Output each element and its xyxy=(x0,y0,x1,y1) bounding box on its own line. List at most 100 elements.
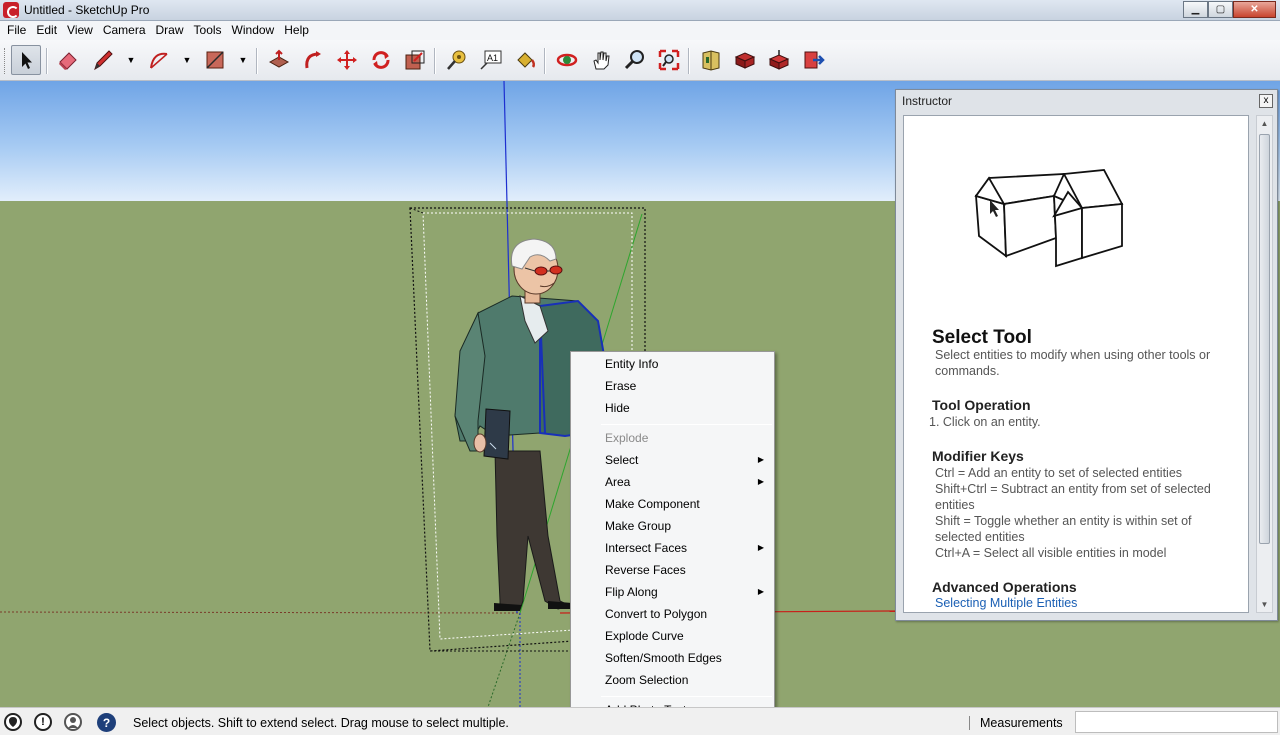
modifier-key-shift: Shift = Toggle whether an entity is with… xyxy=(935,514,1192,544)
paint-bucket-icon xyxy=(517,52,536,68)
arc-tool-button[interactable] xyxy=(144,45,174,75)
menu-camera[interactable]: Camera xyxy=(98,21,151,40)
push-pull-icon xyxy=(268,49,290,68)
scroll-up-arrow-icon[interactable]: ▲ xyxy=(1257,116,1272,131)
instructor-panel: Instructor x Select Tool Select entities… xyxy=(895,89,1278,621)
menu-help[interactable]: Help xyxy=(279,21,314,40)
move-icon xyxy=(337,50,357,70)
window-title: Untitled - SketchUp Pro xyxy=(24,3,150,17)
status-divider xyxy=(969,716,970,730)
tool-operation-heading: Tool Operation xyxy=(932,397,1031,413)
push-pull-tool-button[interactable] xyxy=(264,45,294,75)
toolbar-separator xyxy=(544,48,545,74)
menu-convert-to-polygon[interactable]: Convert to Polygon xyxy=(605,605,707,623)
scroll-thumb[interactable] xyxy=(1259,134,1270,544)
menu-tools[interactable]: Tools xyxy=(189,21,227,40)
menu-view[interactable]: View xyxy=(62,21,98,40)
instructor-content: Select Tool Select entities to modify wh… xyxy=(903,115,1249,613)
menu-bar: File Edit View Camera Draw Tools Window … xyxy=(0,21,1280,40)
submenu-arrow-icon: ▶ xyxy=(757,477,764,486)
close-button[interactable]: ✕ xyxy=(1233,1,1276,18)
modifier-key-ctrl-a: Ctrl+A = Select all visible entities in … xyxy=(935,546,1167,560)
menu-flip-along[interactable]: Flip Along xyxy=(605,583,658,601)
get-models-tool-button[interactable] xyxy=(730,45,760,75)
title-bar: Untitled - SketchUp Pro ▁ ▢ ✕ xyxy=(0,0,1280,21)
menu-erase[interactable]: Erase xyxy=(605,377,636,395)
menu-separator xyxy=(601,696,772,697)
instructor-title: Select Tool xyxy=(932,327,1032,348)
orbit-tool-button[interactable] xyxy=(552,45,582,75)
minimize-button[interactable]: ▁ xyxy=(1183,1,1208,18)
instructor-close-button[interactable]: x xyxy=(1259,94,1273,108)
arc-dropdown[interactable]: ▼ xyxy=(180,45,194,75)
tape-measure-tool-button[interactable] xyxy=(442,45,472,75)
rectangle-dropdown[interactable]: ▼ xyxy=(236,45,250,75)
menu-select[interactable]: Select xyxy=(605,451,638,469)
menu-explode: Explode xyxy=(605,431,649,445)
status-message: Select objects. Shift to extend select. … xyxy=(133,716,509,730)
menu-explode-curve[interactable]: Explode Curve xyxy=(605,627,684,645)
pan-tool-button[interactable] xyxy=(586,45,616,75)
menu-make-component[interactable]: Make Component xyxy=(605,495,700,513)
menu-zoom-selection[interactable]: Zoom Selection xyxy=(605,671,688,689)
menu-window[interactable]: Window xyxy=(227,21,280,40)
maximize-button[interactable]: ▢ xyxy=(1208,1,1233,18)
share-model-tool-button[interactable] xyxy=(764,45,794,75)
menu-edit[interactable]: Edit xyxy=(31,21,62,40)
menu-hide[interactable]: Hide xyxy=(605,399,630,417)
menu-area[interactable]: Area xyxy=(605,473,630,491)
pencil-tool-button[interactable] xyxy=(88,45,118,75)
scale-icon xyxy=(405,50,425,70)
follow-me-tool-button[interactable] xyxy=(298,45,328,75)
context-menu: Entity Info Erase Hide Explode Select ▶ … xyxy=(570,351,775,723)
magnifier-icon xyxy=(624,50,644,70)
modifier-key-ctrl: Ctrl = Add an entity to set of selected … xyxy=(935,466,1183,480)
user-account-icon[interactable] xyxy=(64,713,82,731)
tape-measure-icon xyxy=(447,50,466,70)
instructor-scrollbar[interactable]: ▲ ▼ xyxy=(1256,115,1273,613)
arrow-cursor-icon xyxy=(22,52,32,69)
rotate-tool-button[interactable] xyxy=(366,45,396,75)
red-axis-negative xyxy=(0,611,521,614)
zoom-extents-tool-button[interactable] xyxy=(654,45,684,75)
geo-location-icon[interactable] xyxy=(4,713,22,731)
house-illustration xyxy=(974,169,1124,268)
orbit-icon xyxy=(556,53,578,67)
pencil-dropdown[interactable]: ▼ xyxy=(124,45,138,75)
toolbar-grip[interactable] xyxy=(4,48,7,74)
follow-me-icon xyxy=(305,51,321,69)
menu-file[interactable]: File xyxy=(2,21,31,40)
rectangle-tool-button[interactable] xyxy=(200,45,230,75)
green-axis-negative xyxy=(487,612,521,707)
eraser-tool-button[interactable] xyxy=(53,45,83,75)
selecting-multiple-entities-link[interactable]: Selecting Multiple Entities xyxy=(935,596,1077,610)
scale-tool-button[interactable] xyxy=(400,45,430,75)
advanced-operations-heading: Advanced Operations xyxy=(932,579,1077,595)
menu-intersect-faces[interactable]: Intersect Faces xyxy=(605,539,687,557)
menu-entity-info[interactable]: Entity Info xyxy=(605,355,658,373)
arc-icon xyxy=(150,52,168,69)
extension-warehouse-tool-button[interactable] xyxy=(798,45,828,75)
submenu-arrow-icon: ▶ xyxy=(757,455,764,464)
select-tool-button[interactable] xyxy=(11,45,41,75)
credits-icon[interactable]: ! xyxy=(34,713,52,731)
extension-warehouse-icon xyxy=(804,51,825,69)
move-tool-button[interactable] xyxy=(332,45,362,75)
menu-reverse-faces[interactable]: Reverse Faces xyxy=(605,561,686,579)
paint-bucket-tool-button[interactable] xyxy=(510,45,540,75)
measurements-label: Measurements xyxy=(980,716,1063,730)
toolbar-separator xyxy=(256,48,257,74)
measurements-input[interactable] xyxy=(1075,711,1278,733)
zoom-tool-button[interactable] xyxy=(620,45,650,75)
scroll-down-arrow-icon[interactable]: ▼ xyxy=(1257,597,1272,612)
menu-soften-smooth-edges[interactable]: Soften/Smooth Edges xyxy=(605,649,722,667)
modifier-key-shift-ctrl: Shift+Ctrl = Subtract an entity from set… xyxy=(935,482,1211,512)
menu-draw[interactable]: Draw xyxy=(151,21,189,40)
warehouse-tool-button[interactable] xyxy=(696,45,726,75)
modifier-keys-heading: Modifier Keys xyxy=(932,448,1024,464)
help-icon[interactable]: ? xyxy=(97,713,116,732)
menu-make-group[interactable]: Make Group xyxy=(605,517,671,535)
instructor-description: Select entities to modify when using oth… xyxy=(935,348,1211,378)
text-tool-button[interactable]: A1 xyxy=(476,45,506,75)
eraser-icon xyxy=(59,52,77,70)
